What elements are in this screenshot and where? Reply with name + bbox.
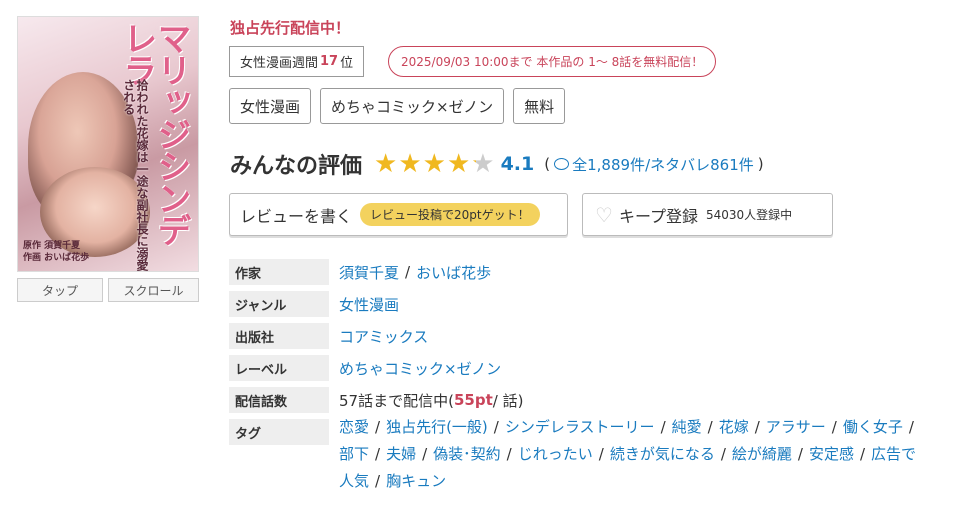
tag-link[interactable]: 夫婦 — [386, 445, 416, 463]
counts-open-paren: ( — [544, 155, 551, 173]
separator: / — [660, 418, 666, 436]
publisher-row: 出版社 コアミックス — [229, 323, 949, 349]
info-table: 作家 須賀千夏 / おいば花歩 ジャンル 女性漫画 出版社 コアミックス レーベ… — [229, 259, 949, 501]
tags-header: タグ — [229, 419, 329, 445]
separator: / — [506, 445, 512, 463]
spoiler-count[interactable]: /ネタバレ861件 — [645, 154, 754, 175]
tag-genre[interactable]: 女性漫画 — [229, 88, 312, 124]
tag-link[interactable]: 偽装･契約 — [433, 445, 501, 463]
label-row: レーベル めちゃコミック×ゼノン — [229, 355, 949, 381]
star-icon: ★ — [446, 149, 471, 179]
separator: / — [598, 445, 604, 463]
separator: / — [908, 418, 914, 436]
review-counts[interactable]: ( 全1,889件 /ネタバレ861件 ) — [540, 154, 767, 175]
review-promo-badge: レビュー投稿で20ptゲット！ — [360, 203, 540, 226]
ranking-badge[interactable]: 女性漫画週間 17 位 — [229, 46, 365, 77]
rating-label: みんなの評価 — [230, 154, 363, 179]
genre-header: ジャンル — [229, 291, 329, 317]
exclusive-label: 独占先行配信中！ — [230, 19, 351, 37]
separator: / — [375, 472, 381, 490]
tag-free[interactable]: 無料 — [513, 88, 566, 124]
tag-link[interactable]: じれったい — [518, 445, 593, 463]
separator: / — [797, 445, 803, 463]
publisher-header: 出版社 — [229, 323, 329, 349]
rank-number: 17 — [320, 54, 339, 69]
episode-price: 55pt — [453, 391, 493, 409]
tag-list: 恋愛 / 独占先行(一般) / シンデレラストーリー / 純愛 / 花嫁 / アラサー / 働く女子 / 部… — [329, 414, 929, 495]
cover-art-credit: 作画 おいば花歩 — [23, 253, 90, 264]
author-header: 作家 — [229, 259, 329, 285]
author-row: 作家 須賀千夏 / おいば花歩 — [229, 259, 949, 285]
write-review-button[interactable]: レビューを書く レビュー投稿で20ptゲット！ — [229, 193, 568, 236]
separator: / — [493, 418, 499, 436]
tag-label[interactable]: めちゃコミック×ゼノン — [320, 88, 505, 124]
rating-section: みんなの評価 ★ ★ ★ ★ ★ 4.1 ( 全1,889件 /ネタバレ861件… — [230, 148, 768, 180]
read-mode-buttons: タップ スクロール — [17, 278, 199, 302]
review-count[interactable]: 全1,889件 — [572, 154, 645, 175]
star-rating: ★ ★ ★ ★ ★ — [374, 151, 495, 177]
partial-star-icon: ★ — [471, 149, 495, 179]
comment-icon — [554, 158, 570, 170]
separator: / — [707, 418, 713, 436]
tag-link[interactable]: 安定感 — [809, 445, 854, 463]
keep-button[interactable]: ♡ キープ登録 54030人登録中 — [582, 193, 833, 236]
tag-link[interactable]: 恋愛 — [339, 418, 369, 436]
write-review-label: レビューを書く — [240, 206, 353, 226]
tag-link[interactable]: 働く女子 — [843, 418, 903, 436]
cover-image[interactable]: マリッジシンデレラ 拾われた花嫁は一途な副社長に溺愛される 原作 須賀千夏 作画… — [17, 16, 199, 272]
label-header: レーベル — [229, 355, 329, 381]
separator: / — [831, 418, 837, 436]
tag-link[interactable]: 花嫁 — [719, 418, 749, 436]
cover-original-credit: 原作 須賀千夏 — [23, 240, 81, 251]
rank-suffix: 位 — [340, 56, 354, 71]
rating-score: 4.1 — [500, 153, 535, 175]
cover-subtitle: 拾われた花嫁は一途な副社長に溺愛される — [121, 79, 149, 271]
separator: / — [754, 418, 760, 436]
tap-mode-button[interactable]: タップ — [17, 278, 103, 302]
separator: / — [375, 418, 381, 436]
tag-link[interactable]: アラサー — [766, 418, 826, 436]
heart-icon: ♡ — [595, 202, 613, 227]
tag-link[interactable]: 独占先行(一般) — [386, 418, 488, 436]
tag-link[interactable]: 胸キュン — [386, 472, 446, 490]
tags-row: タグ 恋愛 / 独占先行(一般) / シンデレラストーリー / 純愛 / 花嫁 / アラサー / 働く女… — [229, 418, 949, 495]
separator: / — [375, 445, 381, 463]
episodes-header: 配信話数 — [229, 387, 329, 413]
cover-credits: 原作 須賀千夏 作画 おいば花歩 — [23, 240, 89, 265]
publisher-link[interactable]: コアミックス — [339, 326, 428, 347]
star-icon: ★ — [398, 149, 422, 179]
separator: / — [405, 263, 411, 281]
tag-link[interactable]: シンデレラストーリー — [505, 418, 655, 436]
counts-close-paren: ) — [757, 155, 764, 173]
separator: / — [859, 445, 866, 463]
author-link[interactable]: おいば花歩 — [416, 262, 491, 283]
tag-link[interactable]: 純愛 — [672, 418, 702, 436]
keep-count: 54030人登録中 — [705, 208, 793, 222]
tag-link[interactable]: 部下 — [339, 445, 369, 463]
genre-link[interactable]: 女性漫画 — [339, 294, 399, 315]
rank-prefix: 女性漫画週間 — [240, 56, 319, 71]
separator: / — [720, 445, 726, 463]
tag-link[interactable]: 絵が綺麗 — [732, 445, 792, 463]
episodes-text: 57話まで配信中( — [339, 391, 454, 410]
author-link[interactable]: 須賀千夏 — [339, 262, 399, 283]
star-icon: ★ — [422, 149, 446, 179]
free-episodes-notice: 2025/09/03 10:00まで 本作品の 1〜 8話を無料配信！ — [388, 46, 717, 77]
label-link[interactable]: めちゃコミック×ゼノン — [339, 358, 501, 379]
separator: / — [422, 445, 428, 463]
top-tags: 女性漫画 めちゃコミック×ゼノン 無料 — [229, 88, 566, 124]
genre-row: ジャンル 女性漫画 — [229, 291, 949, 317]
episodes-suffix: / 話) — [492, 391, 524, 410]
scroll-mode-button[interactable]: スクロール — [108, 278, 199, 302]
episodes-row: 配信話数 57話まで配信中( 55pt / 話) — [229, 387, 949, 413]
keep-label: キープ登録 — [618, 206, 698, 226]
tag-link[interactable]: 続きが気になる — [610, 445, 715, 463]
star-icon: ★ — [374, 149, 398, 179]
